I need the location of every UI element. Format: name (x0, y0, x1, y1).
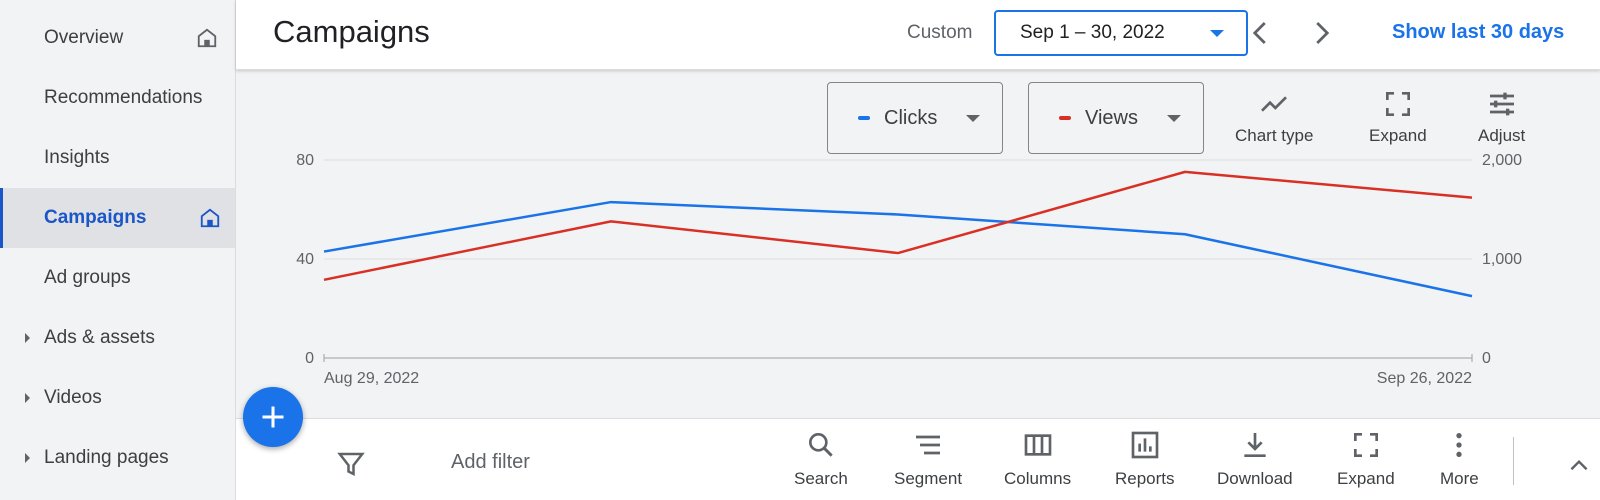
tool-label: Expand (1369, 126, 1427, 145)
x-tick-label: Sep 26, 2022 (1377, 370, 1472, 387)
chart-series (323, 170, 1473, 298)
more-vert-icon (1456, 433, 1463, 457)
toolbar-button-label: Download (1217, 469, 1293, 488)
y-right-tick-label: 1,000 (1482, 251, 1522, 268)
toolbar-divider (1513, 437, 1514, 485)
tool-label: Chart type (1235, 126, 1314, 145)
show-last-30-days-link[interactable]: Show last 30 days (1392, 21, 1564, 44)
dropdown-arrow-icon (1167, 115, 1181, 122)
series-line-clicks (323, 200, 1473, 298)
sidebar-item-label: Videos (44, 387, 102, 408)
sidebar-item-campaigns[interactable]: Campaigns (0, 188, 235, 248)
sidebar-item-label: Campaigns (44, 207, 147, 228)
sidebar-item-ad-groups[interactable]: Ad groups (0, 248, 235, 308)
columns-icon (1024, 434, 1051, 456)
dropdown-arrow-icon (1210, 30, 1224, 37)
series-color-swatch (1059, 116, 1071, 120)
expand-caret-icon (25, 333, 30, 343)
search-button[interactable]: Search (794, 429, 848, 489)
sidebar-item-label: Recommendations (44, 87, 203, 108)
sidebar-nav: Overview Recommendations Insights Campai… (0, 0, 236, 500)
sidebar-item-label: Ad groups (44, 267, 131, 288)
segment-button[interactable]: Segment (894, 429, 962, 489)
chart-adjust-button[interactable]: Adjust (1478, 88, 1525, 146)
sidebar-item-label: Ads & assets (44, 327, 155, 348)
expand-caret-icon (25, 453, 30, 463)
range-type-label: Custom (907, 22, 973, 43)
date-range-picker[interactable]: Sep 1 – 30, 2022 (994, 10, 1248, 56)
sidebar-item-label: Insights (44, 147, 110, 168)
toolbar-button-label: Expand (1337, 469, 1395, 488)
chart-grid (323, 159, 1473, 362)
toolbar-button-label: Segment (894, 469, 963, 488)
sidebar-item-overview[interactable]: Overview (0, 8, 235, 68)
chevron-up-icon[interactable] (1566, 453, 1592, 479)
table-toolbar: Add filter Search Segment Columns Report… (236, 418, 1600, 500)
y-left-tick-label: 0 (305, 350, 314, 367)
toolbar-button-label: Reports (1115, 469, 1175, 488)
sidebar-item-label: Overview (44, 27, 124, 48)
sidebar-item-label: Landing pages (44, 447, 169, 468)
line-chart-icon (1261, 96, 1288, 112)
toolbar-button-label: More (1440, 469, 1479, 488)
add-filter-input[interactable]: Add filter (451, 451, 530, 474)
home-icon (197, 28, 217, 48)
toolbar-button-label: Columns (1004, 469, 1072, 488)
series-color-swatch (858, 116, 870, 120)
sidebar-item-landing-pages[interactable]: Landing pages (0, 428, 235, 488)
metric-selector-views[interactable]: Views (1028, 82, 1204, 154)
sidebar-item-videos[interactable]: Videos (0, 368, 235, 428)
home-icon (200, 208, 220, 228)
series-line-views (323, 170, 1473, 282)
metric-label: Clicks (884, 106, 938, 129)
performance-chart-panel: 80 40 0 2,000 1,000 0 Aug 29, 2022 Sep 26, 2022… (236, 70, 1600, 418)
sidebar-item-recommendations[interactable]: Recommendations (0, 68, 235, 128)
toolbar-button-label: Search (794, 469, 848, 488)
reports-button[interactable]: Reports (1115, 429, 1175, 489)
chart-axis-labels: 80 40 0 2,000 1,000 0 Aug 29, 2022 Sep 26, 2022 (296, 152, 1522, 387)
download-icon (1244, 433, 1266, 457)
expand-icon (1353, 433, 1378, 457)
plus-icon (262, 406, 284, 428)
sidebar-item-ads-assets[interactable]: Ads & assets (0, 308, 235, 368)
chevron-left-icon[interactable] (1246, 18, 1276, 48)
chart-expand-button[interactable]: Expand (1369, 88, 1427, 146)
metric-label: Views (1085, 106, 1138, 129)
columns-button[interactable]: Columns (1004, 429, 1071, 489)
chart-type-button[interactable]: Chart type (1235, 88, 1313, 146)
tool-label: Adjust (1478, 126, 1526, 145)
y-right-tick-label: 0 (1482, 350, 1491, 367)
expand-caret-icon (25, 393, 30, 403)
bar-chart-icon (1131, 431, 1159, 459)
search-icon (808, 433, 833, 457)
tune-icon (1489, 92, 1514, 116)
date-range-value: Sep 1 – 30, 2022 (1020, 22, 1165, 43)
x-tick-label: Aug 29, 2022 (324, 370, 419, 387)
segment-icon (916, 435, 941, 455)
page-header: Campaigns Custom Sep 1 – 30, 2022 Show l… (236, 0, 1600, 70)
table-expand-button[interactable]: Expand (1337, 429, 1395, 489)
y-right-tick-label: 2,000 (1482, 152, 1522, 169)
sidebar-item-insights[interactable]: Insights (0, 128, 235, 188)
filter-icon[interactable] (336, 449, 366, 479)
chevron-right-icon[interactable] (1306, 18, 1336, 48)
dropdown-arrow-icon (966, 115, 980, 122)
metric-selector-clicks[interactable]: Clicks (827, 82, 1003, 154)
expand-icon (1385, 92, 1410, 116)
download-button[interactable]: Download (1217, 429, 1293, 489)
page-title: Campaigns (273, 14, 430, 49)
more-button[interactable]: More (1440, 429, 1479, 489)
y-left-tick-label: 80 (296, 152, 314, 169)
y-left-tick-label: 40 (296, 251, 314, 268)
create-fab-button[interactable] (243, 387, 303, 447)
